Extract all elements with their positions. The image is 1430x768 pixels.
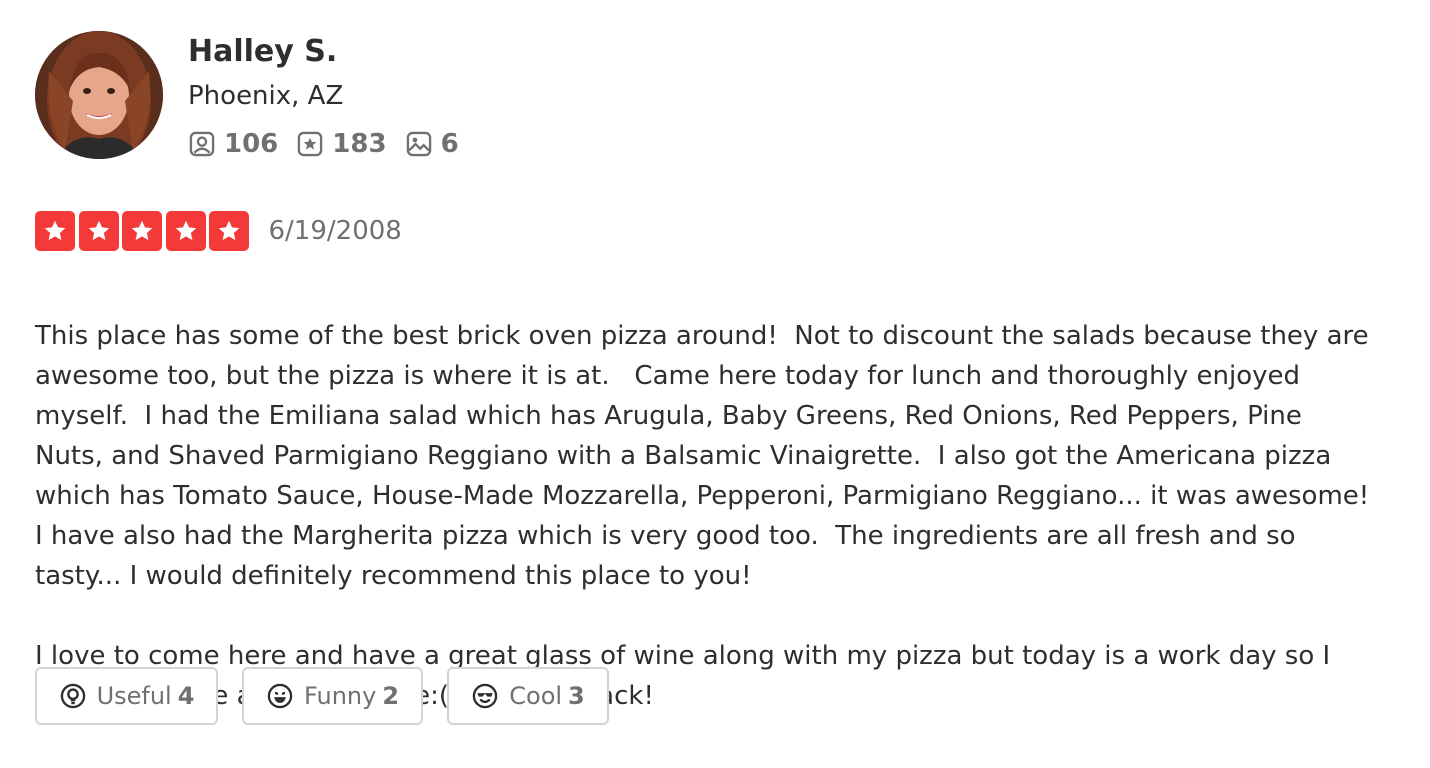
review-card: Halley S. Phoenix, AZ 106 183 6 6/19/200… (0, 0, 1430, 768)
cool-count: 3 (568, 682, 585, 710)
reviews-stat: 183 (296, 124, 387, 164)
reviews-count: 183 (332, 129, 387, 159)
star-icon (122, 211, 162, 251)
funny-count: 2 (382, 682, 400, 710)
review-date: 6/19/2008 (268, 216, 402, 246)
useful-count: 4 (177, 682, 195, 710)
rating-row: 6/19/2008 (35, 211, 402, 251)
star-icon (78, 211, 119, 251)
friends-icon (189, 131, 215, 157)
user-stats: 106 183 6 (188, 124, 477, 164)
sunglasses-face-icon (473, 683, 498, 709)
photo-icon (406, 131, 431, 157)
cool-label: Cool (509, 682, 563, 710)
friends-count: 106 (224, 129, 279, 159)
user-name[interactable]: Halley S. (188, 30, 337, 74)
star-icon (209, 211, 249, 251)
useful-button[interactable]: Useful 4 (35, 667, 218, 725)
lightbulb-icon (60, 683, 85, 709)
review-paragraph: This place has some of the best brick ov… (35, 321, 1386, 591)
star-rating (35, 211, 253, 251)
photos-count: 6 (440, 129, 459, 159)
review-actions: Useful 4 Funny 2 Cool 3 (35, 667, 633, 725)
smiley-icon (267, 683, 293, 709)
user-location: Phoenix, AZ (188, 81, 344, 111)
star-icon (165, 211, 206, 251)
photos-stat: 6 (405, 124, 459, 164)
star-icon (35, 211, 75, 251)
user-avatar[interactable] (35, 31, 163, 159)
review-star-icon (298, 131, 323, 157)
useful-label: Useful (96, 682, 172, 710)
funny-button[interactable]: Funny 2 (242, 667, 423, 725)
funny-label: Funny (303, 682, 377, 710)
friends-stat: 106 (188, 124, 278, 164)
cool-button[interactable]: Cool 3 (447, 667, 609, 725)
